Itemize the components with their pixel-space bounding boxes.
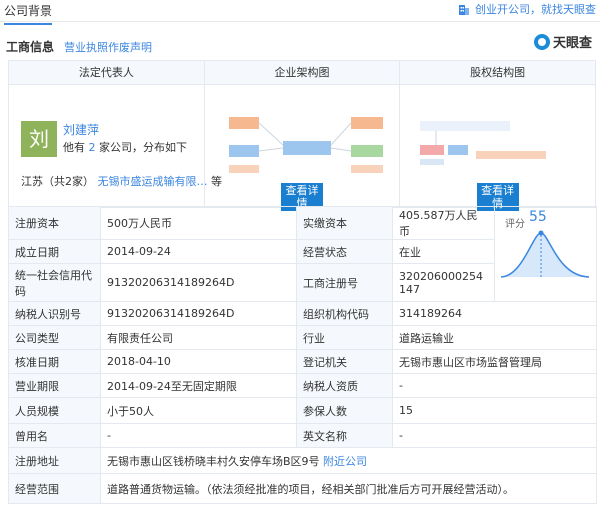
logo-icon (533, 33, 550, 50)
table-row: 营业期限 2014-09-24至无固定期限 纳税人资质 - (8, 373, 597, 398)
org-code-label: 组织机构代码 (296, 301, 393, 326)
tab-business-info[interactable]: 工商信息 (6, 38, 54, 55)
license-void-link[interactable]: 营业执照作废声明 (64, 39, 152, 55)
industry-value: 道路运输业 (392, 325, 597, 350)
company-type-label: 公司类型 (8, 325, 101, 350)
paid-capital-label: 实缴资本 (296, 206, 393, 240)
table-row: 人员规模 小于50人 参保人数 15 (8, 397, 597, 424)
registered-capital-value: 500万人民币 (100, 206, 297, 240)
header-org-chart: 企业架构图 (205, 61, 401, 84)
taxpayer-id-value: 91320206314189264D (100, 301, 297, 326)
header-equity-chart: 股权结构图 (470, 66, 526, 79)
business-scope-value: 道路普通货物运输。（依法须经批准的项目，经相关部门批准后方可开展经营活动）。 (100, 473, 597, 504)
rep-count[interactable]: 2 (89, 141, 96, 154)
section-header: 公司背景 创业开公司，就找天眼查 (0, 0, 600, 25)
insured-count-value: 15 (392, 397, 597, 424)
table-row: 注册资本 500万人民币 实缴资本 405.587万人民币 评分 55 (8, 206, 597, 302)
business-scope-label: 经营范围 (8, 473, 101, 504)
subnav: 工商信息 营业执照作废声明 (6, 38, 152, 55)
table-row: 公司类型 有限责任公司 行业 道路运输业 (8, 325, 597, 350)
registration-number-label: 工商注册号 (296, 263, 393, 302)
taxpayer-id-label: 纳税人识别号 (8, 301, 101, 326)
score-widget[interactable]: 评分 55 (494, 206, 597, 302)
header-legal-rep: 法定代表人 (9, 61, 205, 84)
legal-rep-name[interactable]: 刘建萍 (63, 121, 99, 138)
founded-date-label: 成立日期 (8, 239, 101, 264)
business-info-table: 注册资本 500万人民币 实缴资本 405.587万人民币 评分 55 成立日期… (8, 206, 597, 504)
registered-capital-label: 注册资本 (8, 206, 101, 240)
org-code-value: 314189264 (392, 301, 597, 326)
score-curve-icon (500, 230, 590, 278)
taxpayer-qualification-label: 纳税人资质 (296, 373, 393, 398)
operating-status-label: 经营状态 (296, 239, 393, 264)
panel-header: 法定代表人 企业架构图 股权结构图 (9, 61, 595, 85)
english-name-label: 英文名称 (296, 423, 393, 448)
operating-status-value: 在业 (392, 239, 495, 264)
rep-companies: 江苏（共2家） 无锡市盛运成输有限… 等 (21, 173, 222, 189)
registration-number-value: 320206000254147 (392, 263, 495, 302)
overview-panel: 法定代表人 企业架构图 股权结构图 刘 刘建萍 他有 2 家公司，分布如下 江苏… (8, 60, 596, 211)
rep-line-prefix: 他有 (63, 141, 89, 154)
rep-region: 江苏（共2家） (21, 175, 94, 188)
nearby-companies-link[interactable]: 附近公司 (323, 455, 367, 468)
taxpayer-qualification-value: - (392, 373, 597, 398)
equity-chart-cell: 查看详情 (400, 85, 595, 211)
org-chart-thumbnail (228, 117, 383, 173)
business-term-label: 营业期限 (8, 373, 101, 398)
former-name-label: 曾用名 (8, 423, 101, 448)
credit-code-label: 统一社会信用代码 (8, 263, 101, 302)
rep-company-link[interactable]: 无锡市盛运成输有限… (98, 175, 208, 188)
section-title: 公司背景 (4, 4, 53, 25)
insured-count-label: 参保人数 (296, 397, 393, 424)
address-cell: 无锡市惠山区钱桥晓丰村久安停车场B区9号 附近公司 (100, 447, 597, 474)
paid-capital-value: 405.587万人民币 (392, 206, 495, 240)
table-row: 经营范围 道路普通货物运输。（依法须经批准的项目，经相关部门批准后方可开展经营活… (8, 473, 597, 504)
rep-company-count: 他有 2 家公司，分布如下 (63, 139, 187, 155)
equity-chart-thumbnail (420, 121, 547, 165)
table-row: 纳税人识别号 91320206314189264D 组织机构代码 3141892… (8, 301, 597, 326)
rep-line-suffix: 家公司，分布如下 (95, 141, 187, 154)
founded-date-value: 2014-09-24 (100, 239, 297, 264)
business-term-value: 2014-09-24至无固定期限 (100, 373, 297, 398)
avatar: 刘 (21, 121, 57, 157)
building-icon (459, 5, 469, 15)
english-name-value: - (392, 423, 597, 448)
industry-label: 行业 (296, 325, 393, 350)
company-type-value: 有限责任公司 (100, 325, 297, 350)
approval-date-value: 2018-04-10 (100, 349, 297, 374)
staff-size-value: 小于50人 (100, 397, 297, 424)
table-row: 曾用名 - 英文名称 - (8, 423, 597, 448)
registration-authority-value: 无锡市惠山区市场监督管理局 (392, 349, 597, 374)
credit-code-value: 91320206314189264D (100, 263, 297, 302)
legal-rep-cell: 刘 刘建萍 他有 2 家公司，分布如下 江苏（共2家） 无锡市盛运成输有限… 等 (9, 85, 222, 207)
table-row: 核准日期 2018-04-10 登记机关 无锡市惠山区市场监督管理局 (8, 349, 597, 374)
table-row: 注册地址 无锡市惠山区钱桥晓丰村久安停车场B区9号 附近公司 (8, 447, 597, 474)
staff-size-label: 人员规模 (8, 397, 101, 424)
promo-text: 创业开公司，就找天眼查 (475, 3, 596, 16)
approval-date-label: 核准日期 (8, 349, 101, 374)
registration-authority-label: 登记机关 (296, 349, 393, 374)
promo-link[interactable]: 创业开公司，就找天眼查 (457, 1, 596, 17)
org-chart-cell: 查看详情 (205, 85, 401, 211)
former-name-value: - (100, 423, 297, 448)
address-value: 无锡市惠山区钱桥晓丰村久安停车场B区9号 (107, 454, 320, 468)
logo-text: 天眼查 (552, 36, 592, 51)
tianyancha-logo: 天眼查 (533, 32, 592, 51)
address-label: 注册地址 (8, 447, 101, 474)
